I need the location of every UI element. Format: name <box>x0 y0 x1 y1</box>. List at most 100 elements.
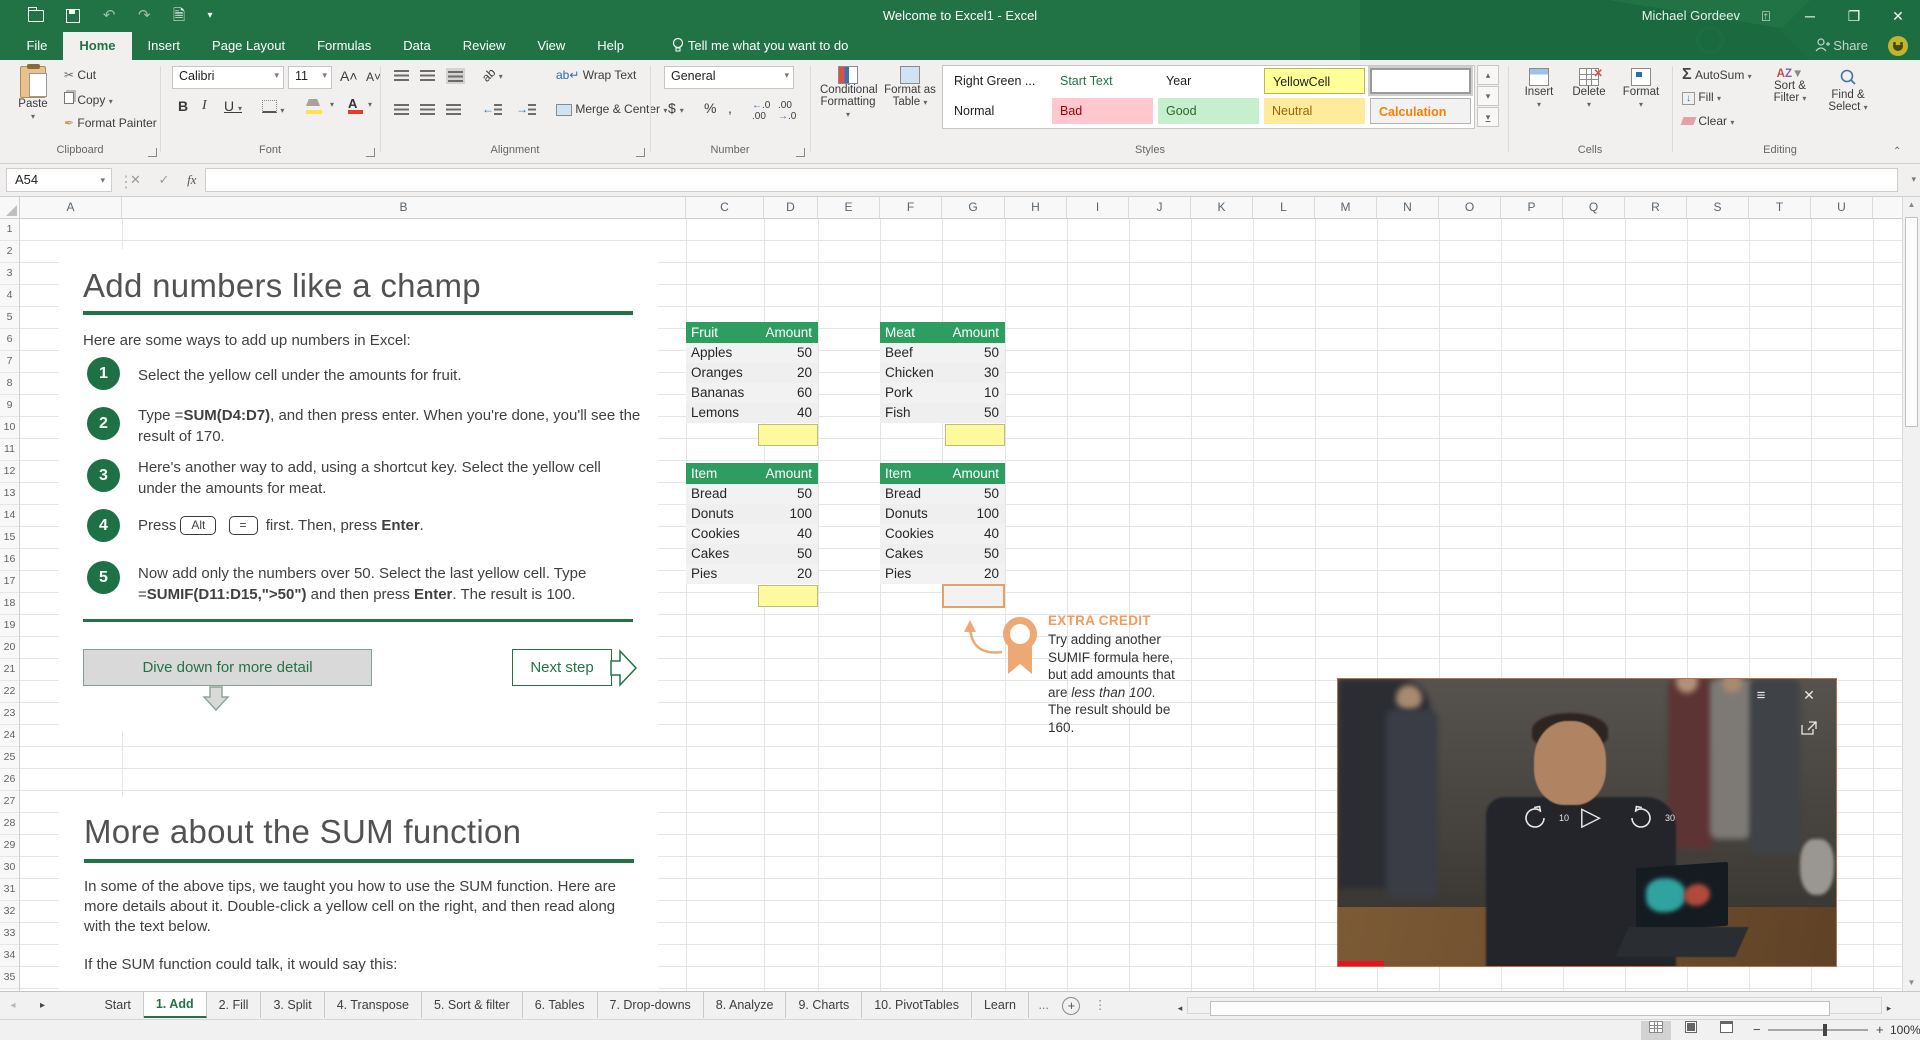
row-header[interactable]: 30 <box>0 857 19 879</box>
column-header-S[interactable]: S <box>1687 197 1749 218</box>
row-header[interactable]: 23 <box>0 703 19 725</box>
row-header[interactable]: 35 <box>0 967 19 989</box>
align-bottom-icon[interactable] <box>446 68 465 84</box>
cell-style-blank[interactable] <box>1368 66 1473 96</box>
collapse-ribbon-icon[interactable]: ⌃ <box>1893 146 1901 157</box>
underline-button[interactable]: U ▾ <box>224 98 242 114</box>
format-painter-button[interactable]: ✒ Format Painter <box>64 116 157 130</box>
sheet-tab-overflow[interactable]: ... <box>1032 992 1054 1018</box>
hscroll-right-icon[interactable]: ▸ <box>1876 995 1902 1022</box>
conditional-formatting-button[interactable]: Conditional Formatting ▾ <box>820 66 878 120</box>
column-header-B[interactable]: B <box>122 197 686 218</box>
new-sheet-icon[interactable]: + <box>1062 996 1081 1015</box>
row-header[interactable]: 32 <box>0 901 19 923</box>
sheet-tab[interactable]: Learn <box>971 992 1029 1018</box>
row-header[interactable]: 13 <box>0 483 19 505</box>
item-table-left[interactable]: Item Amount Bread 50 Donuts 100 Cookies 40 Cake… <box>686 463 818 584</box>
row-header[interactable]: 6 <box>0 329 19 351</box>
item-table-right[interactable]: Item Amount Bread 50 Donuts 100 Cookies 40 Cake… <box>880 463 1005 584</box>
bold-button[interactable]: B <box>178 98 188 114</box>
page-layout-view-icon[interactable] <box>1676 1021 1706 1040</box>
ribbon-tab[interactable]: File <box>10 32 63 60</box>
decrease-font-icon[interactable]: A˅ <box>366 70 381 84</box>
column-header-T[interactable]: T <box>1749 197 1811 218</box>
cancel-entry-icon[interactable]: ✕ <box>130 172 141 187</box>
paste-button[interactable]: Paste ▾ <box>10 64 56 122</box>
sheet-tab[interactable]: Start <box>92 992 144 1018</box>
formula-input[interactable] <box>205 168 1898 192</box>
column-header-R[interactable]: R <box>1625 197 1687 218</box>
sheet-tab[interactable]: 5. Sort & filter <box>421 992 523 1018</box>
table-row[interactable]: Bananas 60 <box>686 383 818 403</box>
table-row[interactable]: Apples 50 <box>686 343 818 363</box>
row-header[interactable]: 18 <box>0 593 19 615</box>
video-menu-icon[interactable]: ≡ <box>1748 687 1774 704</box>
row-header[interactable]: 24 <box>0 725 19 747</box>
row-header[interactable]: 4 <box>0 285 19 307</box>
align-center-icon[interactable] <box>420 102 435 116</box>
row-header[interactable]: 34 <box>0 945 19 967</box>
sheet-nav-next-icon[interactable]: ▸ <box>29 992 55 1019</box>
restore-icon[interactable]: ❐ <box>1832 0 1876 32</box>
cell-style-right-green-[interactable]: Right Green ... <box>946 68 1047 94</box>
align-top-icon[interactable] <box>394 68 409 82</box>
font-dialog-launcher-icon[interactable] <box>366 148 375 157</box>
sheet-tab[interactable]: 9. Charts <box>786 992 863 1018</box>
confirm-entry-icon[interactable]: ✓ <box>159 172 170 187</box>
table-row[interactable]: Cakes 50 <box>686 544 818 564</box>
increase-indent-icon[interactable]: → <box>516 102 536 116</box>
ribbon-tab[interactable]: Review <box>447 32 522 60</box>
minimize-icon[interactable]: ─ <box>1788 0 1832 32</box>
row-header[interactable]: 25 <box>0 747 19 769</box>
video-progress-bar[interactable] <box>1338 961 1384 966</box>
sheet-tab[interactable]: 4. Transpose <box>324 992 422 1018</box>
fill-button[interactable]: ↓ Fill ▾ <box>1682 90 1721 105</box>
tell-me-box[interactable]: Tell me what you want to do <box>671 32 848 60</box>
comma-style-icon[interactable]: , <box>728 100 732 116</box>
align-right-icon[interactable] <box>446 102 461 116</box>
row-header[interactable]: 16 <box>0 549 19 571</box>
clipboard-dialog-launcher-icon[interactable] <box>148 148 157 157</box>
select-all-corner[interactable] <box>0 197 20 219</box>
column-header-K[interactable]: K <box>1191 197 1253 218</box>
table-row[interactable]: Bread 50 <box>880 484 1005 504</box>
row-header[interactable]: 27 <box>0 791 19 813</box>
insert-cells-button[interactable]: Insert ▾ <box>1516 68 1562 110</box>
sheet-tab[interactable]: 6. Tables <box>522 992 598 1018</box>
ribbon-tab[interactable]: Formulas <box>301 32 387 60</box>
cell-style-yellowcell[interactable]: YellowCell <box>1264 68 1365 94</box>
cell-style-year[interactable]: Year <box>1158 68 1259 94</box>
row-header[interactable]: 8 <box>0 373 19 395</box>
vertical-scroll-thumb[interactable] <box>1905 217 1918 427</box>
table-row[interactable]: Cookies 40 <box>880 524 1005 544</box>
row-header[interactable]: 17 <box>0 571 19 593</box>
find-select-button[interactable]: Find & Select ▾ <box>1822 68 1874 113</box>
sheet-nav-prev-icon[interactable]: ◂ <box>0 992 26 1019</box>
font-color-dropdown-icon[interactable]: ▾ <box>368 100 372 109</box>
sheet-tab[interactable]: 2. Fill <box>206 992 262 1018</box>
styles-scroll-down-icon[interactable]: ▾ <box>1477 86 1499 106</box>
close-icon[interactable]: ✕ <box>1876 0 1920 32</box>
zoom-slider[interactable] <box>1768 1024 1868 1036</box>
italic-button[interactable]: I <box>202 98 207 114</box>
autosum-button[interactable]: Σ AutoSum ▾ <box>1682 66 1752 84</box>
font-color-icon[interactable]: A <box>348 96 363 114</box>
sheet-tab[interactable]: 1. Add <box>143 992 207 1018</box>
scroll-up-icon[interactable]: ▲ <box>1903 197 1920 213</box>
column-header-U[interactable]: U <box>1811 197 1873 218</box>
column-header-O[interactable]: O <box>1439 197 1501 218</box>
meat-sum-yellow-cell[interactable] <box>945 424 1005 446</box>
column-header-G[interactable]: G <box>942 197 1005 218</box>
row-header[interactable]: 1 <box>0 219 19 241</box>
tabbar-menu-icon[interactable]: ⋮ <box>1094 997 1107 1012</box>
fill-color-dropdown-icon[interactable]: ▾ <box>330 100 334 109</box>
fill-color-icon[interactable] <box>306 98 322 114</box>
styles-scroll-up-icon[interactable]: ▴ <box>1477 65 1499 85</box>
borders-icon[interactable]: ▾ <box>262 100 284 116</box>
meat-table[interactable]: Meat Amount Beef 50 Chicken 30 Pork 10 Fish 50 <box>880 322 1005 423</box>
formula-bar-expand-icon[interactable]: ▾ <box>1911 174 1916 185</box>
video-close-icon[interactable]: ✕ <box>1796 687 1822 704</box>
align-left-icon[interactable] <box>394 102 409 116</box>
table-row[interactable]: Cookies 40 <box>686 524 818 544</box>
ribbon-tab[interactable]: View <box>521 32 581 60</box>
